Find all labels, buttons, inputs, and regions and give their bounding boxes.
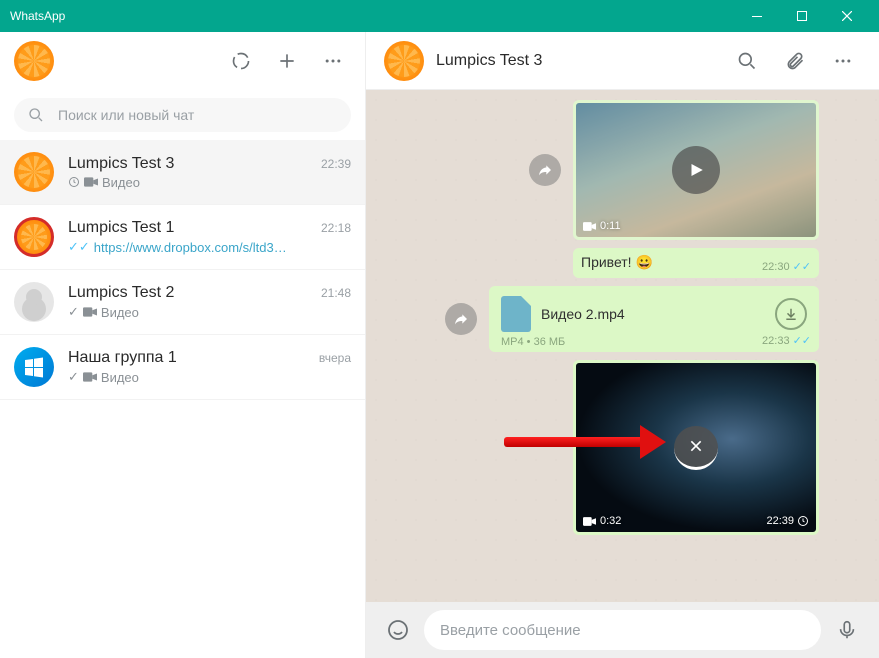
chat-time: 22:39 bbox=[321, 157, 351, 171]
video-icon bbox=[83, 372, 97, 382]
file-name: Видео 2.mp4 bbox=[541, 306, 765, 322]
emoji-icon[interactable] bbox=[380, 612, 416, 648]
clock-icon bbox=[797, 515, 809, 527]
chat-panel: Lumpics Test 3 0:11 Привет! 😀 22:30✓ bbox=[366, 32, 879, 658]
menu-icon[interactable] bbox=[315, 43, 351, 79]
search-input[interactable]: Поиск или новый чат bbox=[14, 98, 351, 132]
status-icon[interactable] bbox=[223, 43, 259, 79]
chat-avatar bbox=[14, 282, 54, 322]
chat-avatar bbox=[14, 152, 54, 192]
message-time: 22:33 bbox=[762, 335, 790, 347]
search-icon bbox=[28, 107, 44, 123]
video-duration: 0:32 bbox=[600, 515, 621, 527]
mic-icon[interactable] bbox=[829, 612, 865, 648]
chat-header-title: Lumpics Test 3 bbox=[436, 52, 717, 70]
chat-name: Lumpics Test 1 bbox=[68, 219, 321, 237]
my-avatar[interactable] bbox=[14, 41, 54, 81]
clock-icon bbox=[68, 176, 80, 188]
read-ticks-icon: ✓✓ bbox=[793, 260, 811, 273]
search-placeholder: Поиск или новый чат bbox=[58, 107, 194, 123]
forward-button[interactable] bbox=[445, 303, 477, 335]
chat-preview: https://www.dropbox.com/s/ltd3… bbox=[94, 240, 287, 255]
chat-item[interactable]: Lumpics Test 221:48 ✓ Видео bbox=[0, 270, 365, 335]
file-icon bbox=[501, 296, 531, 332]
app-title: WhatsApp bbox=[10, 9, 65, 23]
chat-menu-icon[interactable] bbox=[825, 43, 861, 79]
cancel-upload-button[interactable] bbox=[674, 426, 718, 470]
chat-preview: Видео bbox=[101, 305, 139, 320]
message-input[interactable]: Введите сообщение bbox=[424, 610, 821, 650]
attach-icon[interactable] bbox=[777, 43, 813, 79]
chat-name: Lumpics Test 3 bbox=[68, 155, 321, 173]
message-time: 22:30 bbox=[762, 261, 790, 273]
close-button[interactable] bbox=[824, 0, 869, 32]
chat-preview: Видео bbox=[102, 175, 140, 190]
video-duration: 0:11 bbox=[600, 220, 621, 232]
read-ticks-icon: ✓✓ bbox=[68, 239, 90, 255]
video-message[interactable]: 0:11 bbox=[573, 100, 819, 240]
file-meta: MP4 • 36 МБ bbox=[501, 336, 565, 348]
input-placeholder: Введите сообщение bbox=[440, 622, 581, 639]
chat-avatar bbox=[14, 347, 54, 387]
chat-item[interactable]: Наша группа 1вчера ✓ Видео bbox=[0, 335, 365, 400]
new-chat-icon[interactable] bbox=[269, 43, 305, 79]
video-icon bbox=[583, 517, 596, 526]
forward-button[interactable] bbox=[529, 154, 561, 186]
sent-tick-icon: ✓ bbox=[68, 304, 79, 320]
video-icon bbox=[583, 222, 596, 231]
minimize-button[interactable] bbox=[734, 0, 779, 32]
chat-name: Lumpics Test 2 bbox=[68, 284, 321, 302]
maximize-button[interactable] bbox=[779, 0, 824, 32]
chat-header-avatar[interactable] bbox=[384, 41, 424, 81]
chat-time: 21:48 bbox=[321, 286, 351, 300]
message-time: 22:39 bbox=[766, 515, 794, 527]
video-icon bbox=[84, 177, 98, 187]
sent-tick-icon: ✓ bbox=[68, 369, 79, 385]
chat-avatar bbox=[14, 217, 54, 257]
chat-preview: Видео bbox=[101, 370, 139, 385]
video-icon bbox=[83, 307, 97, 317]
chat-item[interactable]: Lumpics Test 122:18 ✓✓ https://www.dropbo… bbox=[0, 205, 365, 270]
chat-time: вчера bbox=[319, 351, 351, 365]
read-ticks-icon: ✓✓ bbox=[793, 334, 811, 347]
titlebar: WhatsApp bbox=[0, 0, 879, 32]
file-message[interactable]: Видео 2.mp4 MP4 • 36 МБ 22:33✓✓ bbox=[489, 286, 819, 352]
play-icon[interactable] bbox=[672, 146, 720, 194]
download-button[interactable] bbox=[775, 298, 807, 330]
chat-time: 22:18 bbox=[321, 221, 351, 235]
sidebar: Поиск или новый чат Lumpics Test 322:39 … bbox=[0, 32, 366, 658]
search-chat-icon[interactable] bbox=[729, 43, 765, 79]
chat-item[interactable]: Lumpics Test 322:39 Видео bbox=[0, 140, 365, 205]
chat-name: Наша группа 1 bbox=[68, 349, 319, 367]
message-text: Привет! 😀 bbox=[581, 254, 709, 271]
annotation-arrow bbox=[504, 435, 664, 449]
